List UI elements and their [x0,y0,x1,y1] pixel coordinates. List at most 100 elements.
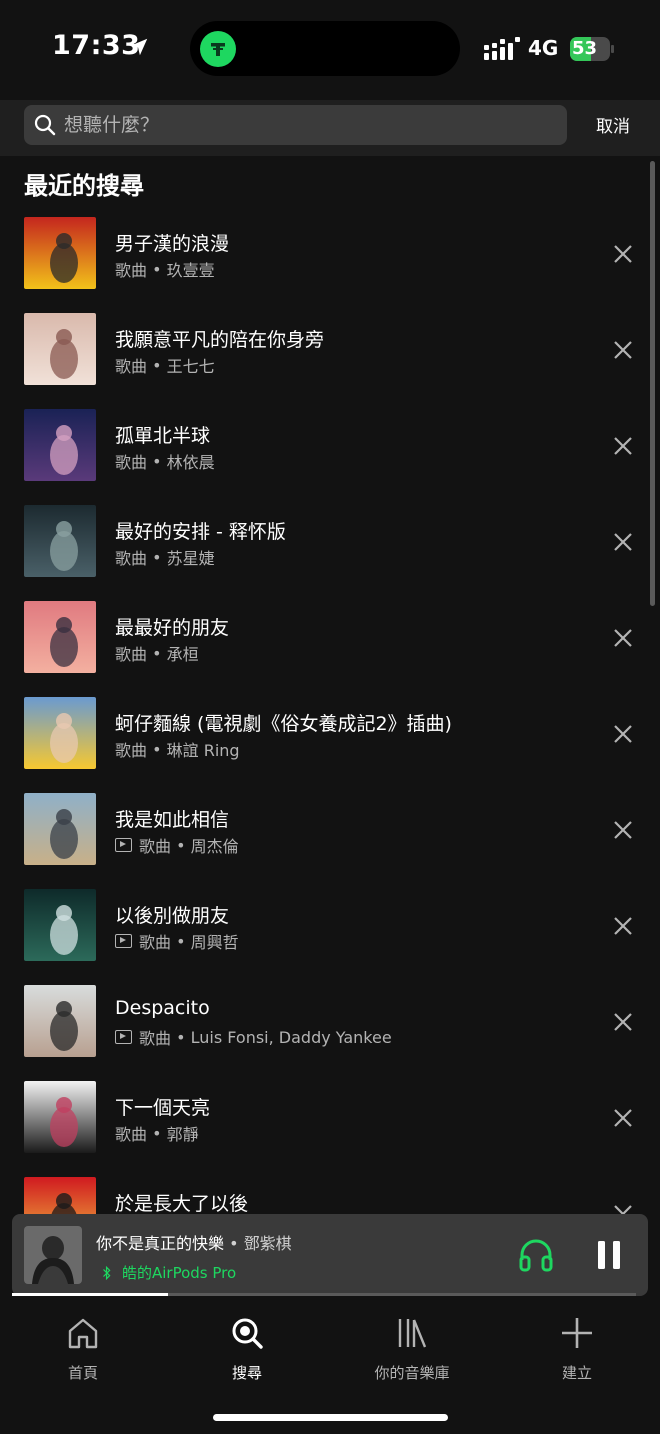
song-meta: 歌曲 • 承桓 [115,641,199,665]
song-meta: 歌曲 • 琳誼 Ring [115,737,240,761]
home-indicator[interactable] [213,1414,448,1421]
search-header: 取消 [0,100,660,156]
song-title: 我願意平凡的陪在你身旁 [115,329,325,351]
meta-separator: • [147,739,167,759]
album-art [24,889,96,961]
headphones-icon[interactable] [517,1236,555,1274]
song-artist: 苏星婕 [166,549,215,568]
song-type: 歌曲 [115,1125,148,1144]
connected-device[interactable]: 皓的AirPods Pro [102,1262,236,1283]
song-artist: 承桓 [166,645,199,664]
song-type: 歌曲 [139,1029,172,1048]
nav-label-library: 你的音樂庫 [374,1364,450,1382]
tether-icon [200,31,236,67]
song-type: 歌曲 [115,645,148,664]
recent-item[interactable]: 下一個天亮 歌曲 • 郭靜 [0,1081,660,1177]
close-icon[interactable] [608,1103,638,1133]
song-title: 我是如此相信 [115,809,230,831]
song-meta: 歌曲 • 周興哲 [115,929,239,953]
recent-item[interactable]: 我願意平凡的陪在你身旁 歌曲 • 王七七 [0,313,660,409]
album-art [24,985,96,1057]
close-icon[interactable] [608,1007,638,1037]
meta-separator: • [147,259,167,279]
song-artist: 周杰倫 [190,837,239,856]
recent-item[interactable]: 孤單北半球 歌曲 • 林依晨 [0,409,660,505]
song-type: 歌曲 [115,261,148,280]
cellular-signal-icon [484,37,520,60]
song-type: 歌曲 [115,357,148,376]
close-icon[interactable] [608,815,638,845]
recent-item[interactable]: 我是如此相信 歌曲 • 周杰倫 [0,793,660,889]
close-icon[interactable] [608,719,638,749]
close-icon[interactable] [608,239,638,269]
now-playing-artist: 鄧紫棋 [243,1234,292,1253]
album-art [24,409,96,481]
now-playing-artwork[interactable] [24,1226,82,1284]
song-title: 最好的安排 - 释怀版 [115,521,286,543]
album-art [24,697,96,769]
song-artist: 王七七 [166,357,215,376]
song-title: 以後別做朋友 [115,905,230,927]
meta-separator: • [147,451,167,471]
meta-separator: • [171,931,191,951]
recent-item[interactable]: 男子漢的浪漫 歌曲 • 玖壹壹 [0,217,660,313]
album-art [24,601,96,673]
battery-percent: 53 [572,38,598,59]
song-artist: 林依晨 [166,453,215,472]
song-type: 歌曲 [139,933,172,952]
meta-separator: • [147,355,167,375]
location-arrow-icon [130,38,148,56]
library-icon [398,1319,427,1348]
nav-search[interactable]: 搜尋 [182,1316,312,1383]
search-icon [34,114,56,136]
nav-library[interactable]: 你的音樂庫 [347,1316,477,1383]
now-playing-title[interactable]: 你不是真正的快樂 • 鄧紫棋 [96,1230,292,1254]
song-title: 於是長大了以後 [115,1193,249,1215]
section-title: 最近的搜尋 [24,172,144,200]
pause-icon[interactable] [592,1238,626,1272]
dynamic-island[interactable] [190,21,460,76]
music-video-icon [115,838,132,852]
song-artist: Luis Fonsi, Daddy Yankee [190,1027,392,1047]
song-meta: 歌曲 • 周杰倫 [115,833,239,857]
recent-item[interactable]: Despacito 歌曲 • Luis Fonsi, Daddy Yankee [0,985,660,1081]
battery-indicator: 53 [570,37,614,61]
meta-separator: • [147,643,167,663]
close-icon[interactable] [608,431,638,461]
close-icon[interactable] [608,911,638,941]
nav-home[interactable]: 首頁 [18,1316,148,1383]
meta-separator: • [171,835,191,855]
recent-searches-panel[interactable]: 最近的搜尋 男子漢的浪漫 歌曲 • 玖壹壹 我願意平凡的陪在你身旁 歌曲 • 王七七孤… [0,156,660,1296]
bluetooth-icon [103,1265,111,1280]
song-artist: 玖壹壹 [166,261,215,280]
song-meta: 歌曲 • 玖壹壹 [115,257,215,281]
song-title: Despacito [115,997,210,1019]
song-type: 歌曲 [115,453,148,472]
song-title: 蚵仔麵線 (電視劇《俗女養成記2》插曲) [115,713,452,735]
song-type: 歌曲 [139,837,172,856]
close-icon[interactable] [608,527,638,557]
close-icon[interactable] [608,623,638,653]
device-name: 皓的AirPods Pro [122,1264,237,1282]
song-title: 最最好的朋友 [115,617,230,639]
meta-separator: • [147,547,167,567]
home-icon [68,1318,98,1349]
song-artist: 周興哲 [190,933,239,952]
cancel-button[interactable]: 取消 [580,112,646,137]
nav-label-search: 搜尋 [231,1364,262,1382]
search-input[interactable] [64,105,554,145]
meta-separator: • [171,1027,191,1047]
recent-item[interactable]: 以後別做朋友 歌曲 • 周興哲 [0,889,660,985]
plus-icon [562,1318,592,1348]
song-artist: 郭靜 [166,1125,199,1144]
nav-create[interactable]: 建立 [512,1316,642,1383]
search-box[interactable] [24,105,567,145]
recent-item[interactable]: 最最好的朋友 歌曲 • 承桓 [0,601,660,697]
recent-item[interactable]: 蚵仔麵線 (電視劇《俗女養成記2》插曲) 歌曲 • 琳誼 Ring [0,697,660,793]
album-art [24,313,96,385]
album-art [24,793,96,865]
recent-item[interactable]: 最好的安排 - 释怀版 歌曲 • 苏星婕 [0,505,660,601]
mini-player[interactable]: 你不是真正的快樂 • 鄧紫棋 皓的AirPods Pro [12,1214,648,1296]
close-icon[interactable] [608,335,638,365]
album-art [24,1081,96,1153]
